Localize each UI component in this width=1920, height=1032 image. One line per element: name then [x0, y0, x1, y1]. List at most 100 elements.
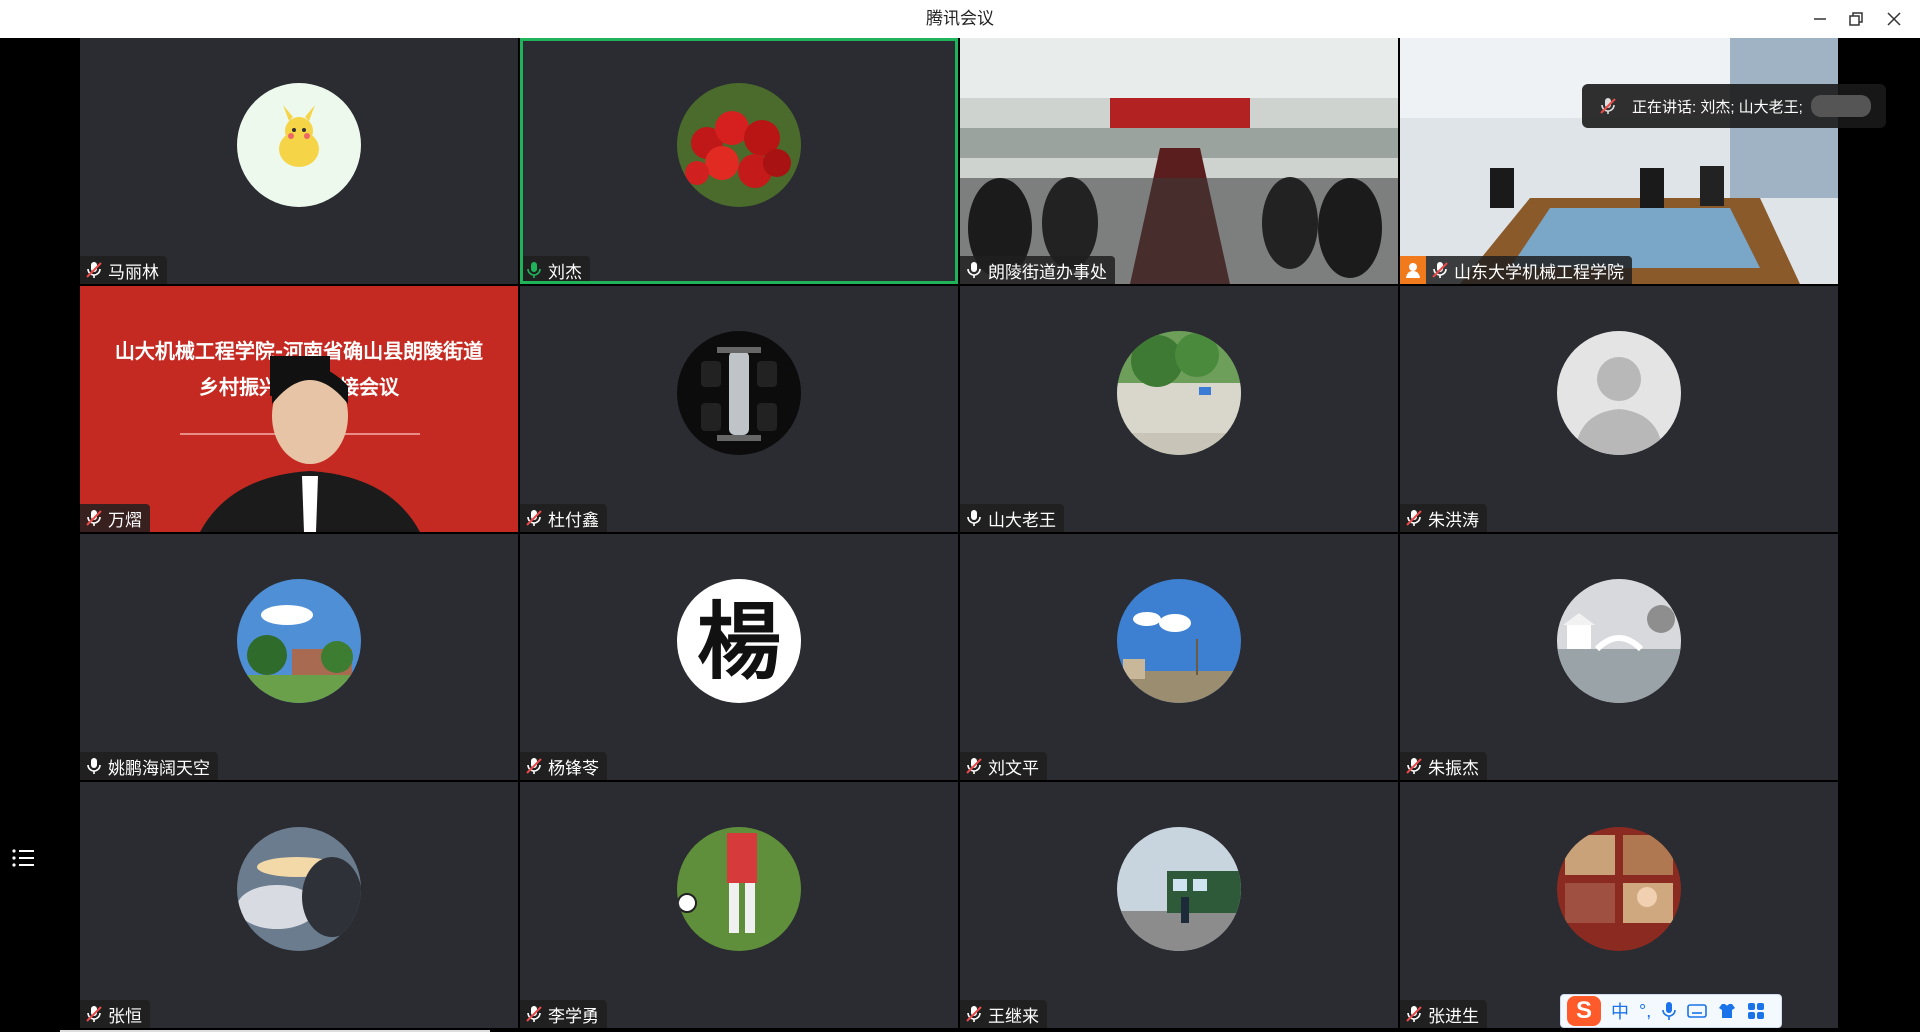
ime-mode[interactable]: 中 — [1611, 998, 1629, 1024]
mic-icon — [527, 262, 541, 278]
participant-tile[interactable]: 姚鹏海阔天空 — [80, 534, 518, 780]
name-tag: 山东大学机械工程学院 — [1400, 256, 1632, 284]
svg-text:楊: 楊 — [697, 592, 781, 691]
voice-input-icon[interactable] — [1661, 1001, 1677, 1021]
participant-name: 朗陵街道办事处 — [988, 262, 1107, 282]
mic-icon — [967, 510, 981, 526]
mic-muted-icon — [86, 1006, 102, 1022]
mic-muted-icon — [86, 510, 102, 526]
participant-name: 马丽林 — [108, 262, 159, 282]
name-tag: 杜付鑫 — [520, 504, 607, 532]
sogou-logo[interactable]: S — [1567, 996, 1601, 1026]
participant-tile[interactable]: 刘杰 — [520, 38, 958, 284]
avatar — [677, 331, 801, 455]
participant-name: 刘文平 — [988, 758, 1039, 778]
participant-name: 刘杰 — [548, 262, 582, 282]
participant-tile[interactable]: 杜付鑫 — [520, 286, 958, 532]
participant-name: 杨锋苓 — [548, 758, 599, 778]
name-tag: 王继来 — [960, 1000, 1047, 1028]
mic-muted-icon — [1406, 1006, 1422, 1022]
participant-name: 李学勇 — [548, 1006, 599, 1026]
participant-tile[interactable]: 王继来 — [960, 782, 1398, 1028]
speaking-indicator: 正在讲话: 刘杰; 山大老王; — [1582, 84, 1886, 128]
name-tag: 张恒 — [80, 1000, 150, 1028]
title-bar: 腾讯会议 — [0, 0, 1920, 38]
name-tag: 朱振杰 — [1400, 752, 1487, 780]
mic-icon — [967, 262, 981, 278]
keyboard-icon[interactable] — [1687, 1003, 1708, 1019]
participant-tile[interactable]: 楊杨锋苓 — [520, 534, 958, 780]
mic-muted-icon — [1600, 98, 1616, 114]
avatar — [237, 579, 361, 703]
participant-tile[interactable]: 山东大学机械工程学院 — [1400, 38, 1838, 284]
name-tag: 山大老王 — [960, 504, 1064, 532]
host-badge-icon — [1400, 256, 1426, 284]
participant-tile[interactable]: 马丽林 — [80, 38, 518, 284]
speaking-label: 正在讲话: 刘杰; 山大老王; — [1632, 98, 1803, 116]
restore-icon — [1849, 12, 1863, 26]
participant-tile[interactable]: 山大机械工程学院-河南省确山县朗陵街道乡村振兴工作对接会议万熠 — [80, 286, 518, 532]
participant-tile[interactable]: 山大老王 — [960, 286, 1398, 532]
name-tag: 朱洪涛 — [1400, 504, 1487, 532]
avatar — [1117, 331, 1241, 455]
participant-name: 王继来 — [988, 1006, 1039, 1026]
name-tag: 姚鹏海阔天空 — [80, 752, 218, 780]
avatar — [1557, 579, 1681, 703]
name-tag: 张进生 — [1400, 1000, 1487, 1028]
avatar — [237, 827, 361, 951]
mic-muted-icon — [966, 1006, 982, 1022]
avatar — [1557, 331, 1681, 455]
avatar — [677, 827, 801, 951]
skin-icon[interactable] — [1717, 1002, 1737, 1020]
participant-name: 万熠 — [108, 510, 142, 530]
name-tag: 刘文平 — [960, 752, 1047, 780]
mic-muted-icon — [1406, 758, 1422, 774]
list-menu-button[interactable] — [10, 846, 38, 870]
mic-muted-icon — [1432, 262, 1448, 278]
list-menu-icon — [12, 849, 34, 867]
avatar — [1557, 827, 1681, 951]
mic-muted-icon — [526, 758, 542, 774]
window-title: 腾讯会议 — [926, 9, 994, 28]
avatar — [237, 83, 361, 207]
mic-icon — [87, 758, 101, 774]
ime-toolbar[interactable]: S 中 °, — [1560, 994, 1782, 1028]
mic-muted-icon — [1406, 510, 1422, 526]
mic-muted-icon — [86, 262, 102, 278]
mic-muted-icon — [526, 1006, 542, 1022]
avatar: 楊 — [677, 579, 801, 703]
participant-name: 杜付鑫 — [548, 510, 599, 530]
participant-name: 张进生 — [1428, 1006, 1479, 1026]
participant-tile[interactable]: 朱洪涛 — [1400, 286, 1838, 532]
minimize-button[interactable] — [1802, 0, 1838, 38]
name-tag: 刘杰 — [523, 256, 590, 282]
participant-name: 朱振杰 — [1428, 758, 1479, 778]
name-tag: 万熠 — [80, 504, 150, 532]
close-icon — [1887, 12, 1901, 26]
avatar — [1117, 579, 1241, 703]
ime-punct[interactable]: °, — [1639, 1001, 1651, 1022]
participant-name: 山大老王 — [988, 510, 1056, 530]
restore-button[interactable] — [1838, 0, 1874, 38]
participant-tile[interactable]: 李学勇 — [520, 782, 958, 1028]
avatar — [677, 83, 801, 207]
participant-tile[interactable]: 刘文平 — [960, 534, 1398, 780]
close-button[interactable] — [1876, 0, 1912, 38]
participant-name: 朱洪涛 — [1428, 510, 1479, 530]
participant-tile[interactable]: 张恒 — [80, 782, 518, 1028]
participant-tile[interactable]: 朗陵街道办事处 — [960, 38, 1398, 284]
name-tag: 李学勇 — [520, 1000, 607, 1028]
avatar — [1117, 827, 1241, 951]
speaker-avatars — [1810, 95, 1871, 117]
participant-tile[interactable]: 朱振杰 — [1400, 534, 1838, 780]
mic-muted-icon — [526, 510, 542, 526]
toolbox-icon[interactable] — [1747, 1002, 1765, 1020]
participant-name: 山东大学机械工程学院 — [1454, 262, 1624, 282]
minimize-icon — [1814, 18, 1826, 20]
participant-name: 张恒 — [108, 1006, 142, 1026]
participant-grid: 马丽林 刘杰 朗陵街道办事处 山东大学机械工程学院山大机械工程学院-河南省确山县朗陵街… — [80, 38, 1840, 1030]
participant-tile[interactable]: 张进生 — [1400, 782, 1838, 1028]
participant-name: 姚鹏海阔天空 — [108, 758, 210, 778]
mic-muted-icon — [966, 758, 982, 774]
name-tag: 杨锋苓 — [520, 752, 607, 780]
